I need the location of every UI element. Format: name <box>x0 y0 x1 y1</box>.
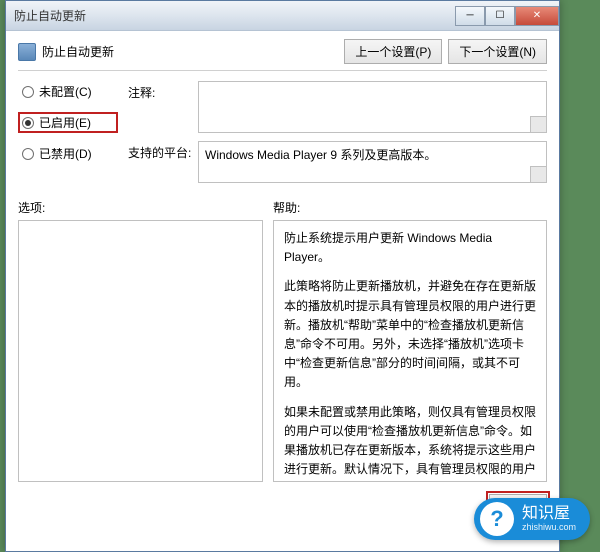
resize-grip-icon <box>530 116 546 132</box>
window-controls: ─ ☐ ✕ <box>455 6 559 26</box>
previous-setting-button[interactable]: 上一个设置(P) <box>344 39 442 64</box>
comment-label: 注释: <box>128 81 198 133</box>
badge-url: zhishiwu.com <box>522 523 576 533</box>
policy-icon <box>18 43 36 61</box>
badge-title: 知识屋 <box>522 505 576 523</box>
help-paragraph: 如果未配置或禁用此策略，则仅具有管理员权限的用户可以使用“检查播放机更新信息”命… <box>284 403 536 483</box>
help-paragraph: 此策略将防止更新播放机，并避免在存在更新版本的播放机时提示具有管理员权限的用户进… <box>284 277 536 392</box>
radio-icon <box>22 86 34 98</box>
header-title: 防止自动更新 <box>42 43 114 60</box>
comment-row: 注释: <box>128 81 547 133</box>
dialog-window: 防止自动更新 ─ ☐ ✕ 防止自动更新 上一个设置(P) 下一个设置(N) 未配… <box>5 0 560 552</box>
radio-disabled[interactable]: 已禁用(D) <box>18 143 118 164</box>
radio-label: 已禁用(D) <box>39 145 92 162</box>
help-box[interactable]: 防止系统提示用户更新 Windows Media Player。 此策略将防止更… <box>273 220 547 482</box>
next-setting-button[interactable]: 下一个设置(N) <box>448 39 547 64</box>
nav-buttons: 上一个设置(P) 下一个设置(N) <box>344 39 547 64</box>
badge-text: 知识屋 zhishiwu.com <box>522 505 576 532</box>
header-left: 防止自动更新 <box>18 43 114 61</box>
help-paragraph: 防止系统提示用户更新 Windows Media Player。 <box>284 229 536 267</box>
help-label: 帮助: <box>273 199 547 216</box>
titlebar[interactable]: 防止自动更新 ─ ☐ ✕ <box>6 1 559 31</box>
options-panel: 选项: <box>18 199 263 482</box>
radio-label: 未配置(C) <box>39 83 92 100</box>
maximize-button[interactable]: ☐ <box>485 6 515 26</box>
watermark-badge: ? 知识屋 zhishiwu.com <box>474 498 590 540</box>
minimize-button[interactable]: ─ <box>455 6 485 26</box>
options-label: 选项: <box>18 199 263 216</box>
radio-group: 未配置(C) 已启用(E) 已禁用(D) <box>18 81 118 191</box>
comment-input[interactable] <box>198 81 547 133</box>
platform-label: 支持的平台: <box>128 141 198 183</box>
platform-value: Windows Media Player 9 系列及更高版本。 <box>198 141 547 183</box>
content-area: 防止自动更新 上一个设置(P) 下一个设置(N) 未配置(C) 已启用(E) <box>6 31 559 482</box>
resize-grip-icon <box>530 166 546 182</box>
radio-icon <box>22 148 34 160</box>
radio-icon <box>22 117 34 129</box>
radio-enabled[interactable]: 已启用(E) <box>18 112 118 133</box>
radio-label: 已启用(E) <box>39 114 91 131</box>
window-title: 防止自动更新 <box>14 7 86 24</box>
question-icon: ? <box>480 502 514 536</box>
fields-column: 注释: 支持的平台: Windows Media Player 9 系列及更高版… <box>128 81 547 191</box>
platform-row: 支持的平台: Windows Media Player 9 系列及更高版本。 <box>128 141 547 183</box>
help-panel: 帮助: 防止系统提示用户更新 Windows Media Player。 此策略… <box>273 199 547 482</box>
lower-panels: 选项: 帮助: 防止系统提示用户更新 Windows Media Player。… <box>18 199 547 482</box>
radio-not-configured[interactable]: 未配置(C) <box>18 81 118 102</box>
header-row: 防止自动更新 上一个设置(P) 下一个设置(N) <box>18 39 547 71</box>
close-button[interactable]: ✕ <box>515 6 559 26</box>
options-box[interactable] <box>18 220 263 482</box>
config-section: 未配置(C) 已启用(E) 已禁用(D) 注释: <box>18 81 547 191</box>
